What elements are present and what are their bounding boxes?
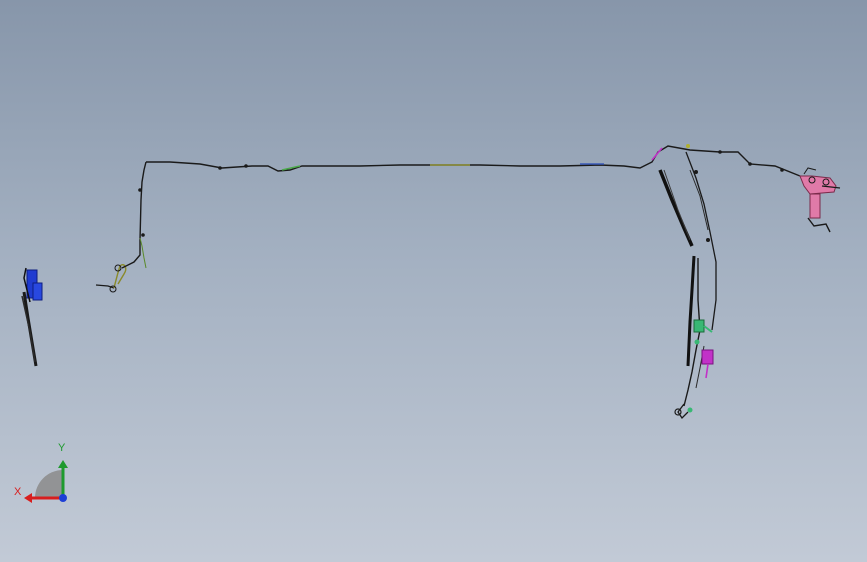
- triad-y-label: Y: [58, 442, 66, 454]
- triad-plane-shade: [35, 470, 63, 498]
- main-harness-run[interactable]: [121, 144, 801, 269]
- triad-x-label: X: [14, 486, 22, 498]
- reference-triad: [24, 460, 68, 503]
- triad-z-axis-icon: [59, 494, 67, 502]
- cad-model[interactable]: [0, 0, 867, 562]
- connector-green[interactable]: [693, 319, 713, 345]
- right-mount-pink[interactable]: [799, 167, 841, 233]
- triad-x-arrow-icon: [24, 493, 32, 503]
- connector-magenta[interactable]: [701, 349, 714, 379]
- triad-y-arrow-icon: [58, 460, 68, 468]
- left-connector[interactable]: [95, 264, 127, 293]
- left-bracket-part[interactable]: [21, 267, 43, 367]
- graphics-viewport[interactable]: X Y: [0, 0, 867, 562]
- right-vertical-assembly[interactable]: [658, 151, 717, 420]
